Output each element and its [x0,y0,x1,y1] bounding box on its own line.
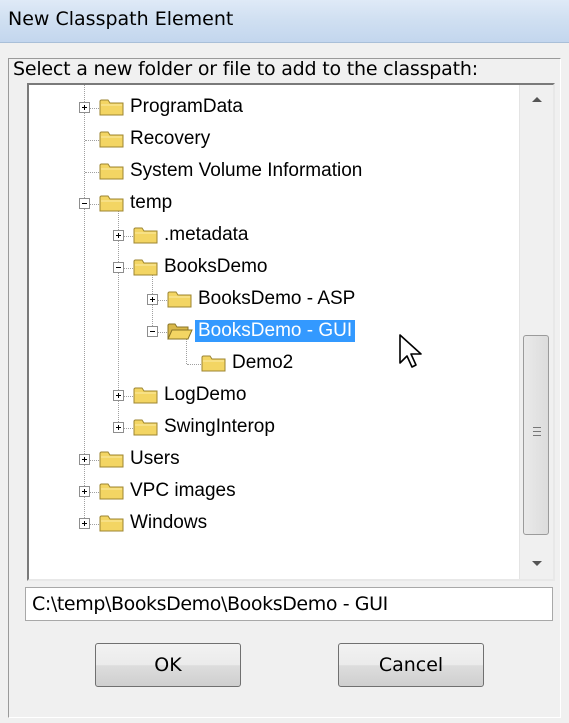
cancel-button[interactable]: Cancel [338,643,484,687]
tree-item[interactable]: BooksDemo - GUI [29,317,519,347]
prompt-label: Select a new folder or file to add to th… [13,58,478,80]
tree-item-label: VPC images [130,480,236,501]
expand-plus-icon[interactable] [79,518,90,529]
tree-item-label: SwingInterop [164,416,275,437]
tree-item-label: LogDemo [164,384,247,405]
tree-item-label: BooksDemo - ASP [198,288,356,309]
expand-plus-icon[interactable] [113,422,124,433]
folder-icon [133,417,159,437]
tree-item[interactable]: BooksDemo [29,253,519,283]
tree-item-label: Windows [130,512,208,533]
tree-item-label: Users [130,448,180,469]
vertical-scrollbar[interactable] [519,85,553,579]
tree-item[interactable]: ProgramData [29,93,519,123]
tree-item[interactable]: System Volume Information [29,157,519,187]
tree-item-label: .metadata [164,224,249,245]
collapse-minus-icon[interactable] [113,262,124,273]
window-title: New Classpath Element [8,8,234,30]
tree-item[interactable]: LogDemo [29,381,519,411]
scroll-thumb[interactable] [523,335,549,535]
folder-icon [99,97,125,117]
tree-item-label: BooksDemo - GUI [193,319,357,343]
expand-plus-icon[interactable] [79,102,90,113]
folder-icon [167,289,193,309]
tree-item[interactable]: VPC images [29,477,519,507]
tree-item-label: System Volume Information [130,160,363,181]
folder-icon [99,129,125,149]
tree-item[interactable]: BooksDemo - ASP [29,285,519,315]
grip-line [533,435,541,436]
expand-plus-icon[interactable] [79,486,90,497]
tree-item-label: ProgramData [130,96,243,117]
tree-item[interactable]: .metadata [29,221,519,251]
folder-icon [133,257,159,277]
tree-item-label: Demo2 [232,352,294,373]
expand-plus-icon[interactable] [113,230,124,241]
folder-icon [133,385,159,405]
scroll-up-button[interactable] [520,85,553,115]
mouse-cursor-icon [399,334,422,368]
tree-item[interactable]: Recovery [29,125,519,155]
expand-plus-icon[interactable] [79,454,90,465]
tree-item[interactable]: Demo2 [29,349,519,379]
folder-icon [133,225,159,245]
arrow-down-icon [532,561,542,566]
tree-content: ProgramData Recovery System Volume Informa… [29,85,523,579]
folder-icon [99,481,125,501]
folder-open-icon [167,321,193,341]
folder-tree[interactable]: ProgramData Recovery System Volume Informa… [27,83,555,581]
folder-icon [99,449,125,469]
arrow-up-icon [532,97,542,102]
tree-item[interactable]: temp [29,189,519,219]
grip-line [533,431,541,432]
folder-icon [99,161,125,181]
collapse-minus-icon[interactable] [79,198,90,209]
tree-item[interactable]: Users [29,445,519,475]
ok-button[interactable]: OK [95,643,241,687]
expand-plus-icon[interactable] [113,390,124,401]
folder-icon [201,353,227,373]
folder-icon [99,193,125,213]
tree-item[interactable]: Windows [29,509,519,539]
tree-item-label: Recovery [130,128,211,149]
expand-plus-icon[interactable] [147,294,158,305]
title-bar: New Classpath Element [0,0,569,43]
scroll-down-button[interactable] [520,549,553,579]
tree-item-label: temp [130,192,173,213]
tree-item[interactable]: SwingInterop [29,413,519,443]
path-field[interactable]: C:\temp\BooksDemo\BooksDemo - GUI [25,587,553,621]
folder-icon [99,513,125,533]
grip-line [533,427,541,428]
tree-item-label: BooksDemo [164,256,268,277]
collapse-minus-icon[interactable] [147,326,158,337]
